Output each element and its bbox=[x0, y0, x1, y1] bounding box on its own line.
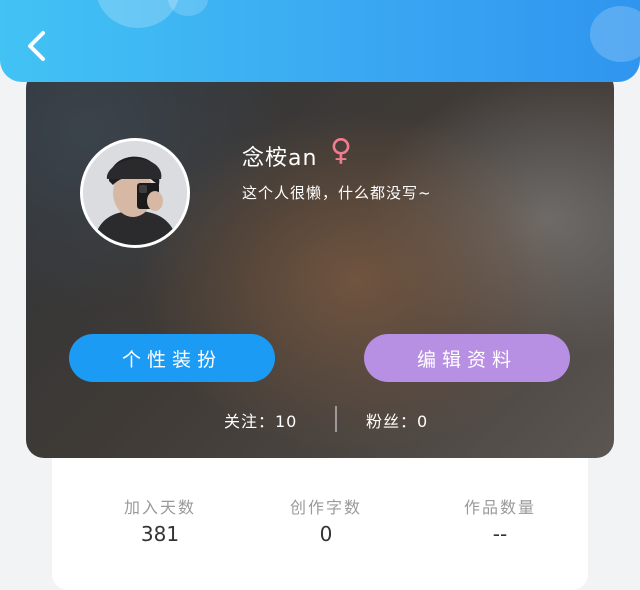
decorative-bubble bbox=[168, 0, 208, 16]
stats-card: 加入天数 381 创作字数 0 作品数量 -- bbox=[52, 440, 588, 590]
stat-word-count: 创作字数 0 bbox=[266, 494, 386, 546]
profile-card: 念桉an ♀ 这个人很懒，什么都没写~ 个性装扮 编辑资料 关注：10 粉丝：0 bbox=[26, 70, 614, 458]
personal-style-button[interactable]: 个性装扮 bbox=[69, 334, 275, 382]
followers-count[interactable]: 粉丝：0 bbox=[366, 408, 428, 432]
avatar-photo bbox=[83, 141, 187, 245]
stat-join-days: 加入天数 381 bbox=[100, 494, 220, 546]
stat-value: 381 bbox=[140, 522, 180, 546]
female-icon: ♀ bbox=[330, 133, 352, 168]
decorative-bubble bbox=[590, 6, 640, 62]
stat-value: -- bbox=[492, 522, 508, 546]
avatar[interactable] bbox=[80, 138, 190, 248]
stat-works-count: 作品数量 -- bbox=[440, 494, 560, 546]
stat-value: 0 bbox=[319, 522, 333, 546]
stat-label: 加入天数 bbox=[123, 498, 196, 517]
top-bar bbox=[0, 0, 640, 82]
following-count[interactable]: 关注：10 bbox=[224, 408, 297, 432]
chevron-left-icon bbox=[28, 31, 45, 61]
back-button[interactable] bbox=[18, 28, 54, 64]
edit-profile-button[interactable]: 编辑资料 bbox=[364, 334, 570, 382]
bio-text: 这个人很懒，什么都没写~ bbox=[242, 184, 432, 202]
divider bbox=[335, 406, 337, 432]
username: 念桉an bbox=[242, 146, 318, 171]
stat-label: 作品数量 bbox=[463, 498, 536, 517]
decorative-bubble bbox=[96, 0, 180, 28]
stat-label: 创作字数 bbox=[289, 498, 362, 517]
